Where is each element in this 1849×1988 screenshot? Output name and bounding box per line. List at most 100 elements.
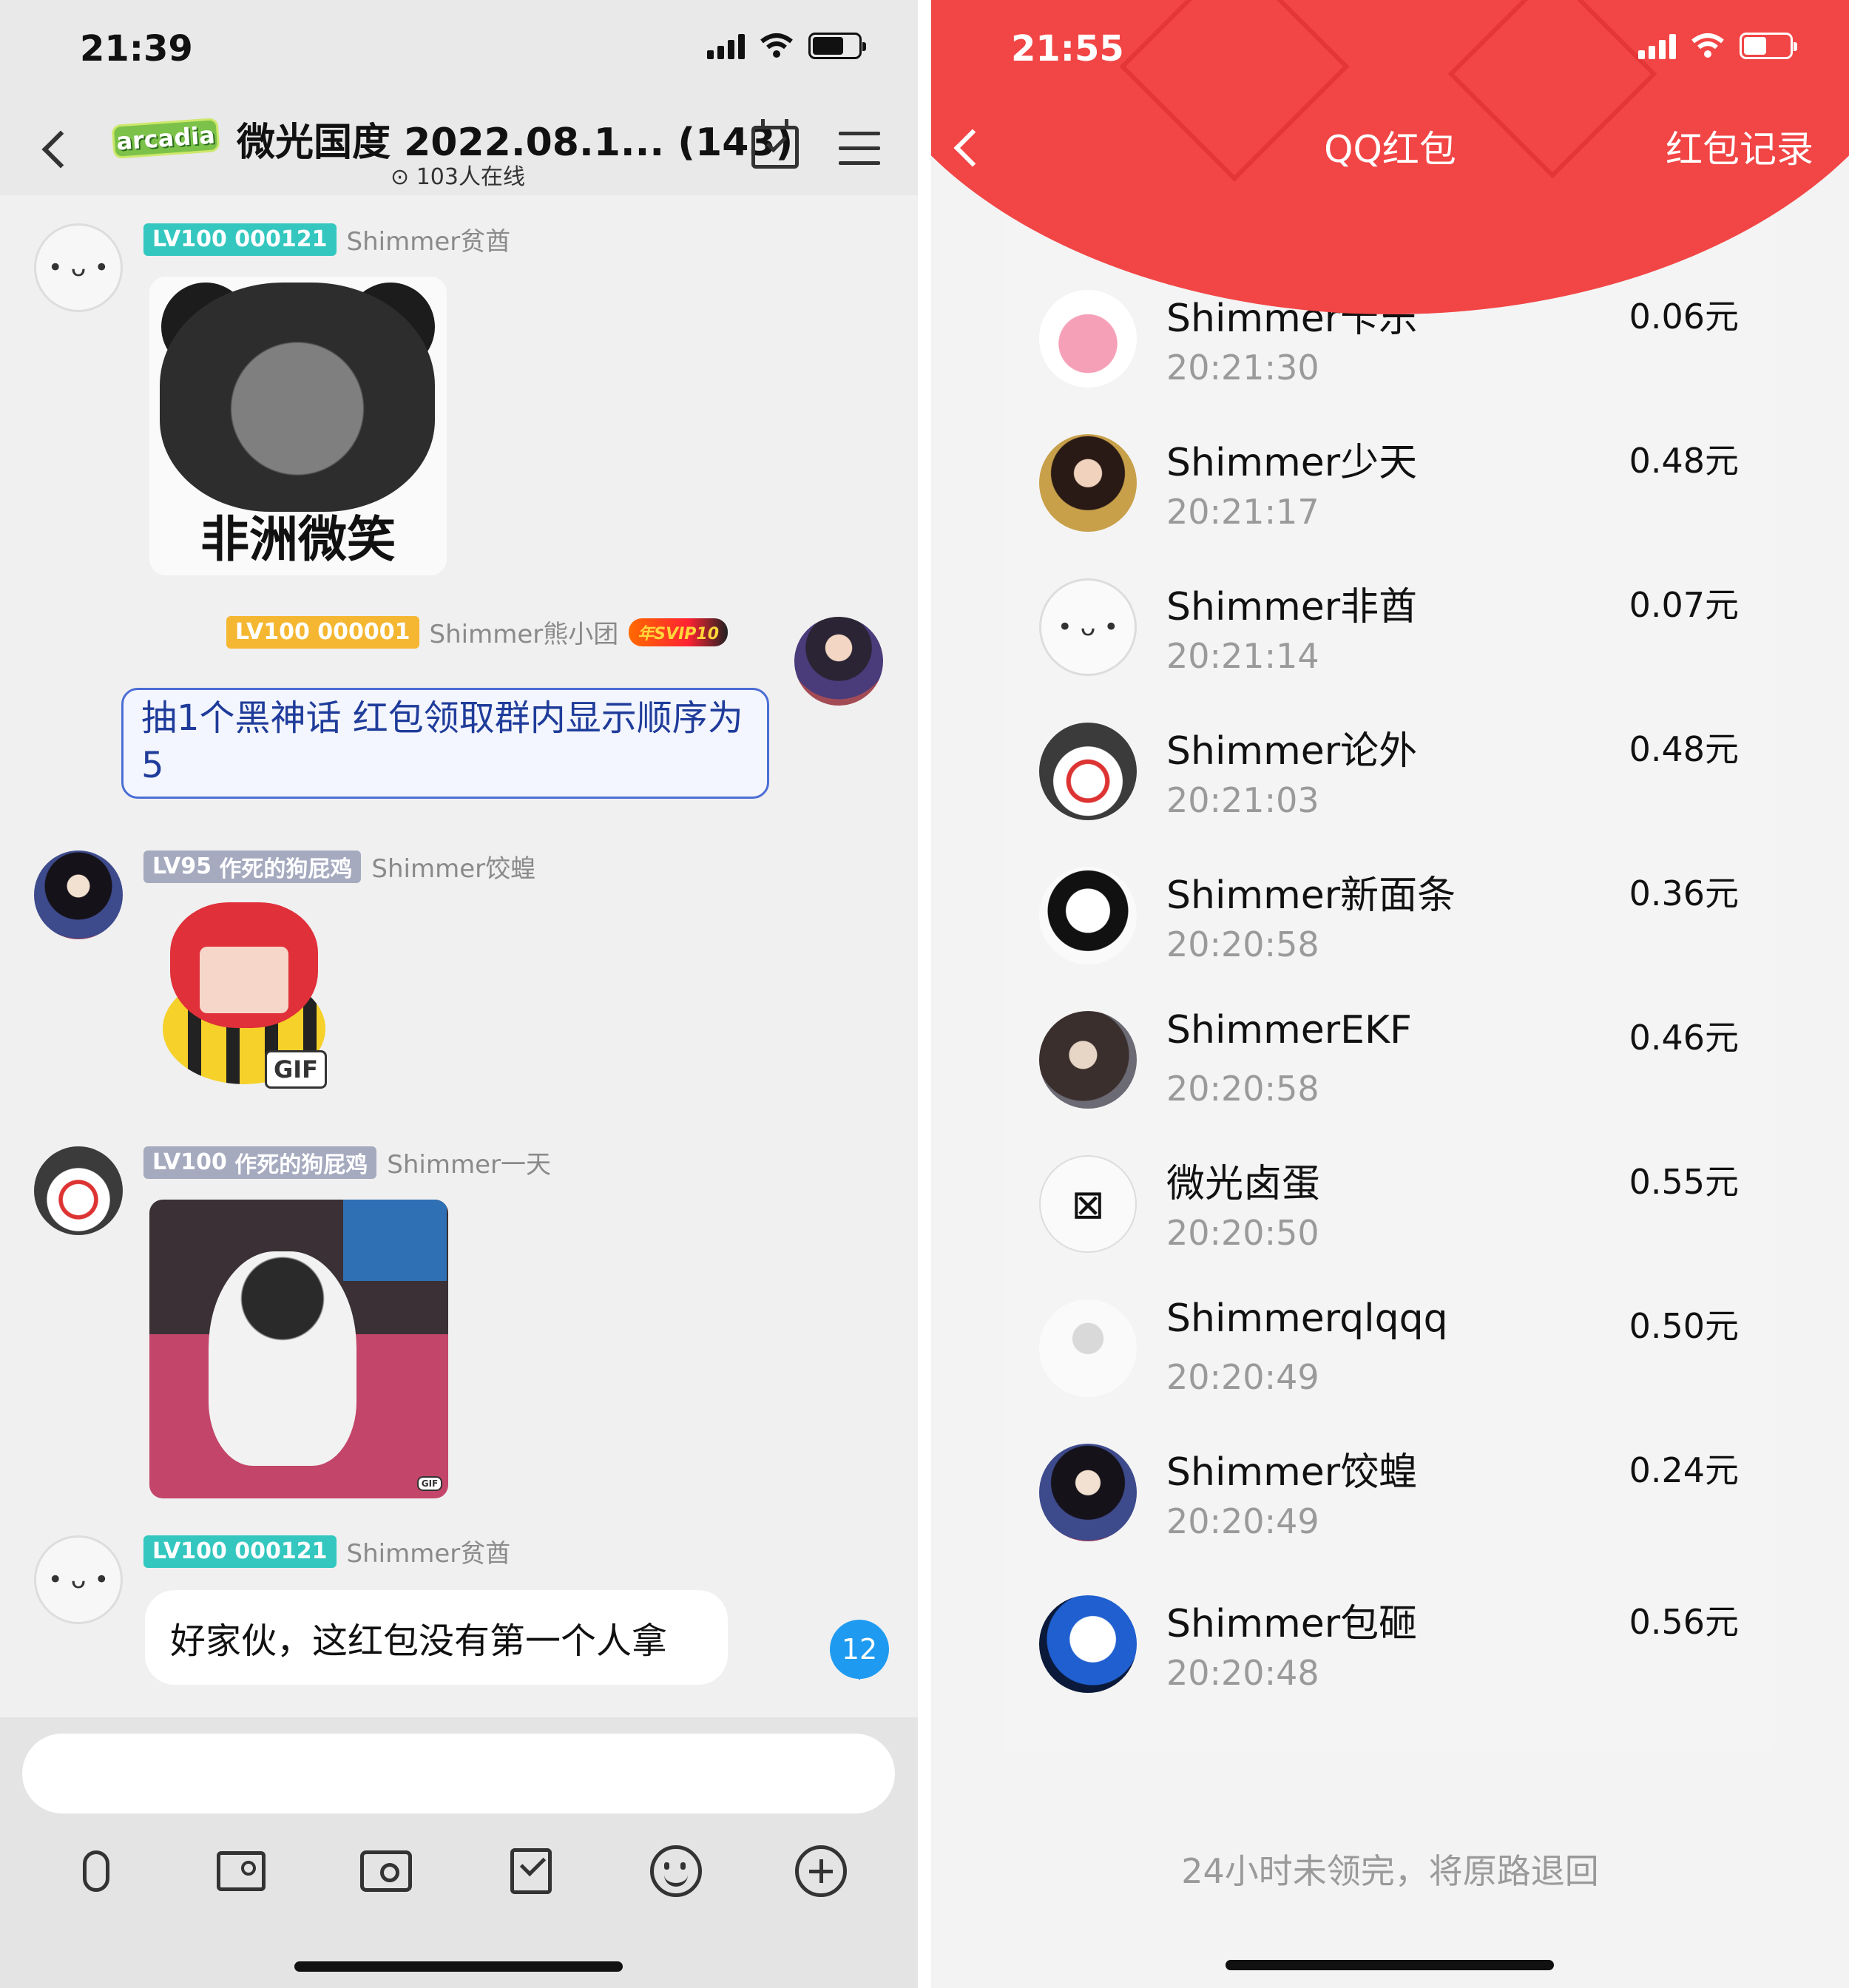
avatar [1039, 1595, 1137, 1693]
avatar[interactable] [34, 851, 123, 939]
plus-icon[interactable] [791, 1842, 851, 1901]
claimer-name: 微光卤蛋 [1166, 1162, 1321, 1206]
claim-amount: 0.36元 [1629, 873, 1739, 913]
level-badge: LV100 000121 [143, 223, 337, 256]
calendar-checkin-icon[interactable] [751, 119, 799, 169]
panel-divider [918, 0, 931, 1988]
wifi-icon [1691, 33, 1724, 58]
level-badge: LV95 作死的狗屁鸡 [143, 850, 362, 883]
message-input[interactable] [22, 1734, 895, 1813]
red-packet-screen: Shimmer卡乐 20:21:30 0.06元 Shimmer少天 20:21… [931, 0, 1849, 1988]
refund-note: 24小时未领完，将原路退回 [1181, 1851, 1599, 1891]
claim-time: 20:21:17 [1166, 492, 1319, 532]
red-packet-icon[interactable] [501, 1842, 561, 1901]
gif-sticker[interactable]: GIF [148, 902, 348, 1102]
claim-time: 20:21:03 [1166, 780, 1319, 820]
avatar[interactable] [34, 1146, 123, 1235]
menu-icon[interactable] [839, 132, 880, 166]
avatar[interactable] [794, 617, 883, 706]
chat-nav-bar: arcadia 微光国度 2022.08.1... (143) ⊙ 103人在线 [0, 104, 918, 195]
gif-image[interactable]: GIF [149, 1200, 448, 1498]
claim-amount: 0.46元 [1629, 1018, 1739, 1058]
avatar [1039, 867, 1137, 964]
battery-icon [1740, 33, 1797, 59]
claim-time: 20:21:14 [1166, 636, 1319, 676]
sender-meta: LV100 000121 Shimmer贫酋 [143, 1533, 510, 1569]
sender-name[interactable]: Shimmer一天 [387, 1144, 551, 1180]
avatar[interactable]: • ᴗ • [34, 1535, 123, 1624]
home-indicator[interactable] [294, 1961, 623, 1972]
level-badge: LV100 000001 [226, 615, 419, 649]
battery-icon [808, 33, 866, 59]
avatar [1039, 434, 1137, 532]
group-chat-screen: 21:39 arcadia 微光国度 2022.08.1... (143) ⊙ … [0, 0, 918, 1988]
sender-meta: LV100 作死的狗屁鸡 Shimmer一天 [143, 1144, 551, 1180]
avatar: ⊠ [1039, 1155, 1137, 1253]
claim-amount: 0.07元 [1629, 585, 1739, 625]
sender-meta: LV100 000001 Shimmer熊小团 年SVIP10 [226, 614, 729, 650]
claim-row[interactable]: Shimmer少天 20:21:17 0.48元 [1002, 418, 1776, 562]
group-logo: arcadia [111, 118, 220, 159]
message-bubble[interactable]: 抽1个黑神话 红包领取群内显示顺序为5 [121, 688, 769, 799]
mic-icon[interactable] [67, 1842, 126, 1901]
claim-time: 20:20:49 [1166, 1357, 1319, 1397]
claim-row[interactable]: Shimmer饺蝗 20:20:49 0.24元 [1002, 1427, 1776, 1572]
back-icon[interactable] [41, 130, 80, 169]
input-bar [0, 1717, 918, 1988]
cellular-signal-icon [707, 33, 745, 59]
claim-time: 20:20:58 [1166, 924, 1319, 964]
claim-amount: 0.50元 [1629, 1306, 1739, 1346]
claim-amount: 0.55元 [1629, 1162, 1739, 1202]
claim-row[interactable]: Shimmer论外 20:21:03 0.48元 [1002, 706, 1776, 851]
claimer-name: Shimmer少天 [1166, 441, 1418, 485]
sticker-image[interactable]: 非洲微笑 [149, 277, 447, 575]
claim-amount: 0.06元 [1629, 297, 1739, 337]
message-bubble[interactable]: 好家伙，这红包没有第一个人拿 [145, 1590, 728, 1685]
screenshot-root: 21:39 arcadia 微光国度 2022.08.1... (143) ⊙ … [0, 0, 1849, 1988]
claim-time: 20:20:50 [1166, 1213, 1319, 1253]
claim-row[interactable]: Shimmer包砸 20:20:48 0.56元 [1002, 1579, 1776, 1723]
claim-amount: 0.48元 [1629, 441, 1739, 481]
avatar [1039, 1444, 1137, 1541]
message-list[interactable]: • ᴗ • LV100 000121 Shimmer贫酋 非洲微笑 LV100 … [0, 195, 918, 1717]
claim-row[interactable]: Shimmerqlqqq 20:20:49 0.50元 [1002, 1283, 1776, 1427]
unread-count-badge[interactable]: 12 [830, 1620, 889, 1680]
image-icon[interactable] [212, 1842, 271, 1901]
camera-icon[interactable] [356, 1842, 416, 1901]
claim-row[interactable]: • ᴗ • Shimmer非酋 20:21:14 0.07元 [1002, 562, 1776, 706]
avatar[interactable]: • ᴗ • [34, 223, 123, 312]
svip-badge: 年SVIP10 [629, 618, 729, 646]
home-indicator[interactable] [1226, 1960, 1554, 1970]
gif-badge: GIF [417, 1476, 442, 1491]
avatar [1039, 1299, 1137, 1397]
claim-row[interactable]: ⊠ 微光卤蛋 20:20:50 0.55元 [1002, 1139, 1776, 1283]
red-packet-record-link[interactable]: 红包记录 [1666, 120, 1813, 173]
sender-name[interactable]: Shimmer饺蝗 [371, 848, 535, 885]
sender-name[interactable]: Shimmer贫酋 [347, 1533, 511, 1569]
claim-time: 20:21:30 [1166, 348, 1319, 388]
emoji-icon[interactable] [646, 1842, 706, 1901]
sender-name[interactable]: Shimmer贫酋 [347, 221, 511, 257]
claimer-name: Shimmer非酋 [1166, 585, 1418, 629]
sender-meta: LV95 作死的狗屁鸡 Shimmer饺蝗 [143, 848, 535, 885]
sticker-caption: 非洲微笑 [200, 511, 396, 568]
level-badge: LV100 作死的狗屁鸡 [143, 1146, 377, 1179]
claimer-name: Shimmer新面条 [1166, 873, 1456, 918]
avatar [1039, 290, 1137, 388]
claim-row[interactable]: ShimmerEKF 20:20:58 0.46元 [1002, 995, 1776, 1139]
status-bar: 21:39 [0, 0, 918, 104]
status-time: 21:39 [80, 28, 193, 70]
claim-time: 20:20:49 [1166, 1501, 1319, 1541]
avatar: • ᴗ • [1039, 578, 1137, 676]
avatar [1039, 723, 1137, 820]
sender-name[interactable]: Shimmer熊小团 [430, 614, 619, 650]
claim-row[interactable]: Shimmer新面条 20:20:58 0.36元 [1002, 851, 1776, 995]
gif-badge: GIF [265, 1050, 327, 1089]
claimer-name: Shimmer饺蝗 [1166, 1450, 1418, 1495]
sender-meta: LV100 000121 Shimmer贫酋 [143, 221, 510, 257]
claimer-name: Shimmerqlqqq [1166, 1296, 1448, 1341]
cellular-signal-icon [1638, 33, 1676, 59]
level-badge: LV100 000121 [143, 1535, 337, 1568]
status-time: 21:55 [1011, 28, 1124, 70]
claimer-name: Shimmer包砸 [1166, 1602, 1418, 1646]
